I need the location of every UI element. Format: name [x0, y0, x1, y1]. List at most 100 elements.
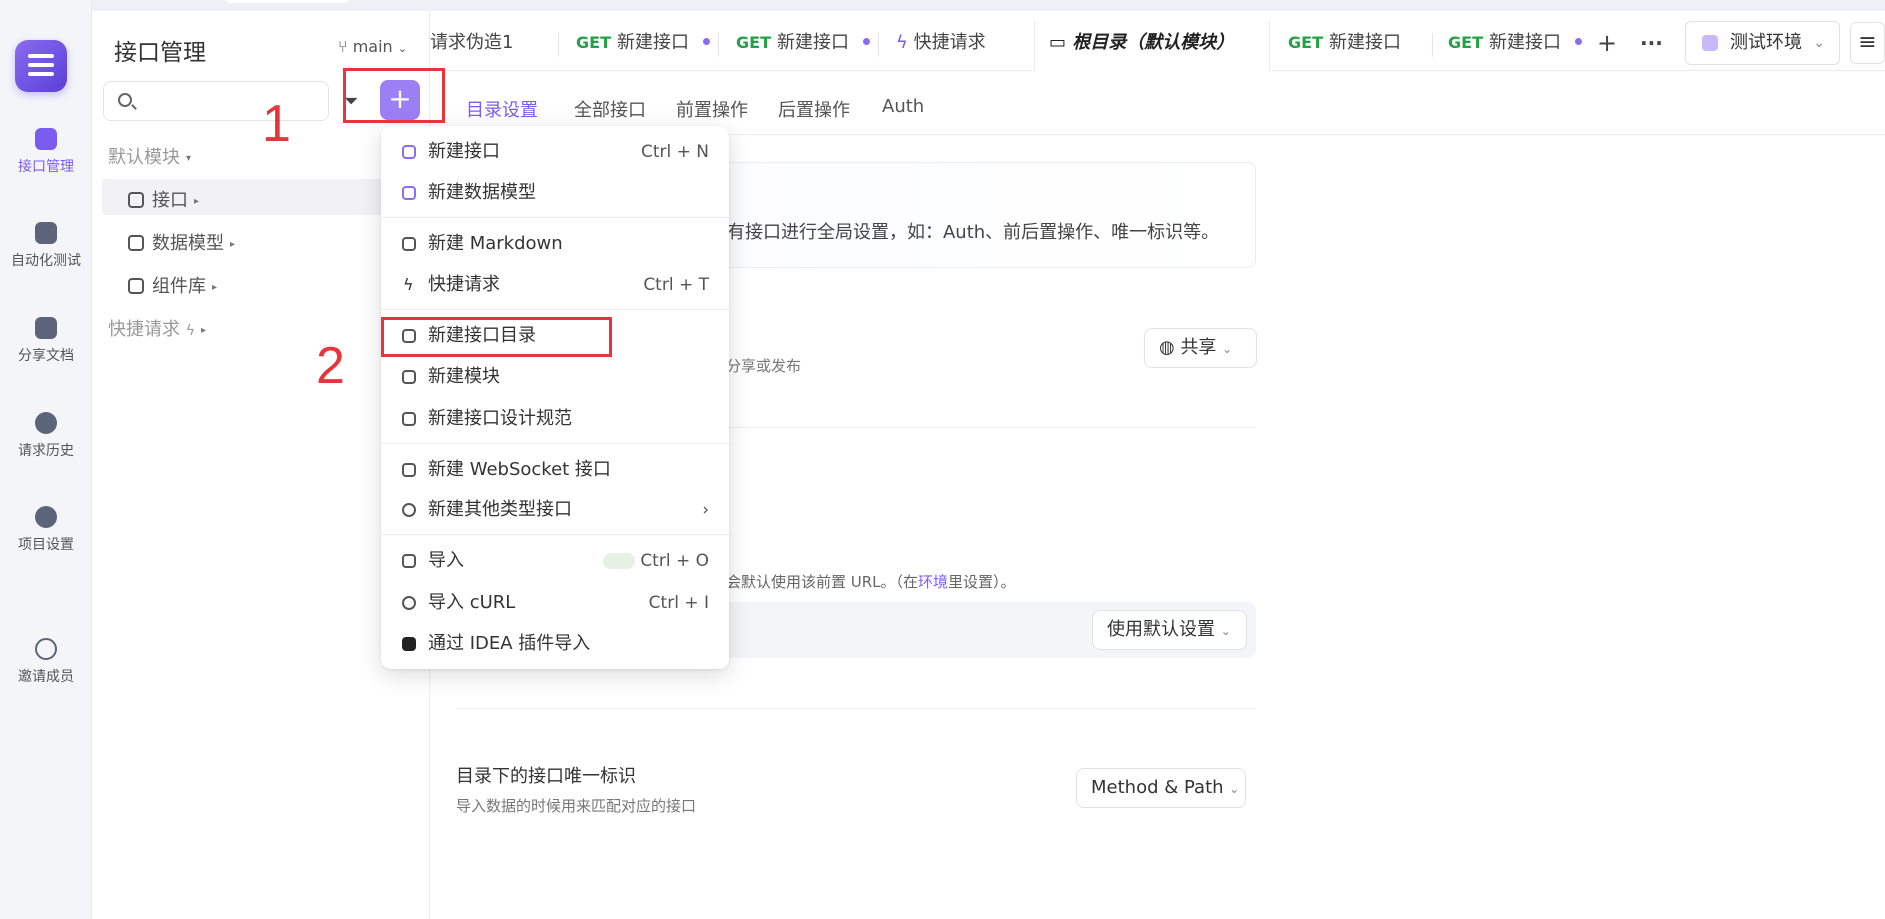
menu-item-idea-import[interactable]: 通过 IDEA 插件导入 [381, 625, 729, 663]
api-icon [128, 192, 144, 208]
menu-label: 导入 cURL [428, 592, 516, 613]
layers-icon [128, 278, 144, 294]
annotation-step-1: 1 [262, 95, 291, 153]
select-value: Method & Path [1091, 777, 1224, 798]
cube-icon [402, 186, 416, 200]
menu-item-new-module[interactable]: 新建模块 [381, 358, 729, 396]
rail-item-api-management[interactable]: 接口管理 [0, 128, 92, 176]
chevron-right-icon: › [702, 500, 709, 520]
share-description: 分享或发布 [726, 357, 802, 375]
tab-quick-request[interactable]: ϟ 快捷请求 [896, 25, 986, 65]
menu-item-new-api[interactable]: 新建接口 Ctrl + N [381, 133, 729, 171]
shortcut: Ctrl + N [640, 142, 709, 162]
menu-label: 新建模块 [428, 366, 500, 387]
tree-label: 接口 [152, 190, 188, 211]
environment-selector[interactable]: 测试环境 ⌄ [1685, 21, 1840, 65]
tab-label: 根目录（默认模块） [1072, 32, 1235, 53]
menu-item-new-data-model[interactable]: 新建数据模型 [381, 174, 729, 212]
cube-icon [128, 235, 144, 251]
rail-item-invite[interactable]: 邀请成员 [0, 638, 92, 686]
rail-item-history[interactable]: 请求历史 [0, 412, 92, 460]
more-circle-icon [402, 503, 416, 517]
subtab-post-operations[interactable]: 后置操作 [778, 96, 850, 122]
app-logo[interactable] [15, 40, 67, 92]
globe-icon: ◍ [1159, 337, 1181, 358]
rail-item-project-settings[interactable]: 项目设置 [0, 506, 92, 554]
unique-id-select[interactable]: Method & Path ⌄ [1076, 768, 1246, 808]
rail-label: 分享文档 [18, 348, 74, 364]
unique-id-title: 目录下的接口唯一标识 [456, 766, 636, 787]
tree-item-data-models[interactable]: 数据模型 ▸ [128, 229, 235, 255]
menu-item-import[interactable]: 导入 Ctrl + O [381, 542, 729, 580]
menu-item-quick-request[interactable]: ϟ 快捷请求 Ctrl + T [381, 266, 729, 304]
method-badge: GET [576, 33, 611, 52]
tab-request-forgery[interactable]: 请求伪造1 [430, 25, 513, 65]
subtab-all-apis[interactable]: 全部接口 [574, 96, 646, 122]
shortcut: Ctrl + O [640, 551, 709, 571]
search-icon [118, 93, 132, 107]
tab-new-api-1[interactable]: GET 新建接口 [576, 25, 710, 65]
branch-selector[interactable]: ⑂ main ⌄ [338, 37, 407, 56]
shortcut: Ctrl + I [648, 593, 709, 613]
menu-item-new-markdown[interactable]: 新建 Markdown [381, 225, 729, 263]
tree-item-components[interactable]: 组件库 ▸ [128, 272, 217, 298]
tab-root-directory[interactable]: ▭ 根目录（默认模块） [1034, 21, 1270, 71]
more-tabs-button[interactable]: ··· [1640, 25, 1663, 65]
search-input[interactable] [103, 81, 329, 121]
websocket-icon [402, 463, 416, 477]
invite-user-icon [35, 638, 57, 660]
rail-label: 接口管理 [18, 159, 74, 175]
menu-label: 新建数据模型 [428, 182, 536, 203]
tab-label: 新建接口 [616, 32, 689, 53]
menu-item-new-design-spec[interactable]: 新建接口设计规范 [381, 400, 729, 438]
tab-label: 快捷请求 [913, 32, 986, 53]
add-tab-button[interactable]: + [1597, 25, 1617, 65]
lightning-icon: ϟ [896, 32, 914, 53]
top-pill [225, 0, 350, 3]
rail-label: 邀请成员 [18, 669, 74, 685]
menu-item-new-other-type[interactable]: 新建其他类型接口 › [381, 491, 729, 529]
menu-item-import-curl[interactable]: 导入 cURL Ctrl + I [381, 584, 729, 622]
share-button[interactable]: ◍ 共享 ⌄ [1144, 328, 1257, 368]
book-icon [35, 317, 57, 339]
chevron-down-icon: ⌄ [1220, 624, 1231, 638]
tree-quick-requests[interactable]: 快捷请求 ϟ ▸ [108, 315, 206, 341]
tab-bar: 请求伪造1 GET 新建接口 GET 新建接口 ϟ 快捷请求 ▭ 根目录（默认模块）… [430, 11, 1885, 71]
environment-link[interactable]: 环境 [918, 573, 948, 591]
hamburger-menu-button[interactable]: ≡ [1850, 22, 1885, 64]
folder-add-icon [402, 329, 416, 343]
clock-icon [35, 412, 57, 434]
menu-item-new-api-directory[interactable]: 新建接口目录 [381, 317, 729, 355]
tab-label: 新建接口 [1488, 32, 1561, 53]
folder-icon: ▭ [1049, 32, 1073, 53]
menu-label: 新建 WebSocket 接口 [428, 459, 611, 480]
subtab-directory-settings[interactable]: 目录设置 [466, 96, 538, 122]
select-value: 使用默认设置 [1107, 619, 1215, 640]
shortcut: Ctrl + T [643, 275, 709, 295]
tab-new-api-4[interactable]: GET 新建接口 [1448, 25, 1582, 65]
menu-item-new-websocket[interactable]: 新建 WebSocket 接口 [381, 451, 729, 489]
add-button[interactable]: + [380, 80, 420, 120]
module-icon [402, 370, 416, 384]
method-badge: GET [736, 33, 771, 52]
idea-icon [402, 637, 416, 651]
subtab-auth[interactable]: Auth [882, 96, 924, 117]
tree-label: 数据模型 [152, 233, 224, 254]
subtab-pre-operations[interactable]: 前置操作 [676, 96, 748, 122]
new-item-dropdown: 新建接口 Ctrl + N 新建数据模型 新建 Markdown ϟ 快捷请求 Ctr… [381, 126, 729, 669]
tab-new-api-2[interactable]: GET 新建接口 [736, 25, 870, 65]
api-icon [402, 145, 416, 159]
rail-item-automation[interactable]: 自动化测试 [0, 222, 92, 270]
rail-item-share-docs[interactable]: 分享文档 [0, 317, 92, 365]
tab-label: 请求伪造1 [430, 32, 514, 53]
caret-icon: ▸ [212, 282, 218, 293]
tree-default-module[interactable]: 默认模块 ▾ [108, 143, 191, 169]
top-strip [0, 0, 1885, 11]
tree-item-interfaces[interactable]: 接口 ▸ [128, 186, 199, 212]
card-text: 有接口进行全局设置，如：Auth、前后置操作、唯一标识等。 [727, 222, 1220, 243]
default-setting-select[interactable]: 使用默认设置 ⌄ [1092, 610, 1247, 650]
filter-icon[interactable]: ⏷ [344, 91, 358, 112]
curl-icon [402, 596, 416, 610]
tab-new-api-3[interactable]: GET 新建接口 [1288, 25, 1401, 65]
rail-label: 请求历史 [18, 443, 74, 459]
